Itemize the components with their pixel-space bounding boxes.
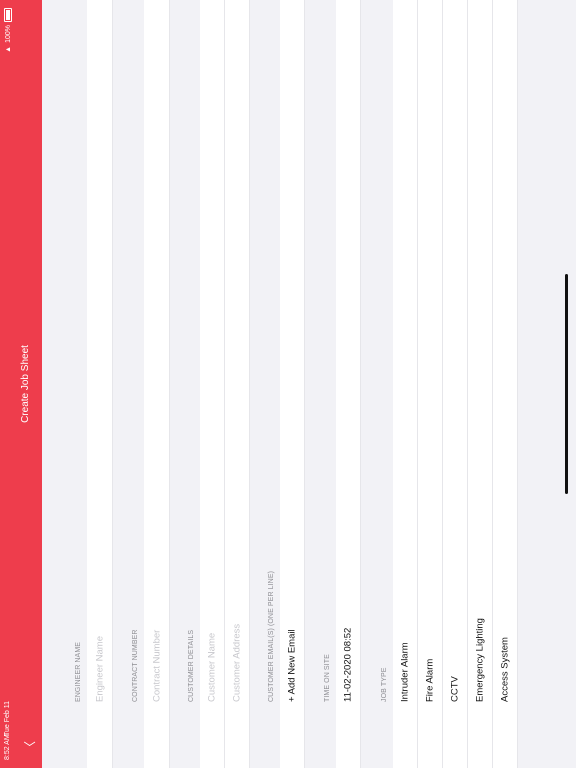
contract-number-field[interactable]: Contract Number: [144, 0, 170, 768]
job-type-option[interactable]: Access System: [493, 0, 518, 768]
battery-percent: 100%: [4, 25, 12, 43]
engineer-name-field[interactable]: Engineer Name: [87, 0, 113, 768]
job-type-option-label: Access System: [499, 637, 511, 702]
add-email-label: + Add New Email: [286, 629, 298, 702]
contract-number-placeholder: Contract Number: [151, 629, 162, 702]
navigation-header: 8:52 AM Tue Feb 11 ▲ 100% 〈 Create Job S…: [0, 0, 42, 768]
job-type-option-label: Emergency Lighting: [474, 618, 486, 702]
job-type-option-label: Fire Alarm: [424, 658, 436, 702]
customer-name-field[interactable]: Customer Name: [200, 0, 225, 768]
job-type-option-label: Intruder Alarm: [399, 642, 411, 702]
job-type-option-label: CCTV: [449, 676, 461, 702]
wifi-icon: ▲: [4, 45, 12, 53]
job-type-label: JOB TYPE: [381, 667, 388, 702]
engineer-name-placeholder: Engineer Name: [94, 635, 105, 702]
status-indicators: ▲ 100%: [4, 8, 12, 53]
time-on-site-field[interactable]: 11-02-2020 08:52: [336, 0, 361, 768]
job-type-option[interactable]: Fire Alarm: [418, 0, 443, 768]
page-title: Create Job Sheet: [20, 345, 31, 423]
customer-emails-label: CUSTOMER EMAIL(S) (ONE PER LINE): [268, 570, 275, 702]
contract-number-label: CONTRACT NUMBER: [132, 629, 139, 702]
battery-icon: [4, 8, 12, 22]
time-on-site-label: TIME ON SITE: [324, 654, 331, 702]
app-screen: 8:52 AM Tue Feb 11 ▲ 100% 〈 Create Job S…: [0, 0, 576, 768]
time-on-site-value: 11-02-2020 08:52: [342, 627, 354, 702]
job-type-option[interactable]: Intruder Alarm: [393, 0, 418, 768]
customer-address-field[interactable]: Customer Address: [225, 0, 250, 768]
status-time: 8:52 AM: [4, 734, 11, 760]
engineer-name-label: ENGINEER NAME: [75, 641, 82, 702]
job-type-option[interactable]: CCTV: [443, 0, 468, 768]
status-date: Tue Feb 11: [4, 700, 11, 736]
customer-address-placeholder: Customer Address: [231, 623, 243, 702]
customer-name-placeholder: Customer Name: [206, 632, 218, 702]
customer-details-label: CUSTOMER DETAILS: [188, 629, 195, 702]
add-email-button[interactable]: + Add New Email: [280, 0, 305, 768]
home-indicator[interactable]: [565, 274, 568, 494]
job-type-option[interactable]: Emergency Lighting: [468, 0, 493, 768]
